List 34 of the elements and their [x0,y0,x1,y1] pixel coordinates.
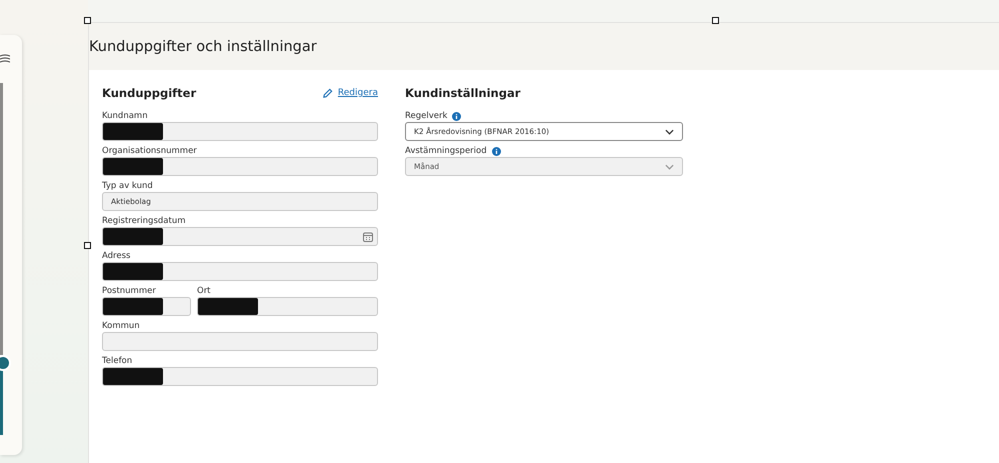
field-label: Telefon [102,355,134,367]
input-field[interactable] [102,157,378,176]
info-icon[interactable] [492,146,501,156]
side-bar [0,369,3,435]
field-label: Regelverk [405,110,448,122]
field-label: Adress [102,250,132,262]
info-icon[interactable] [452,112,462,120]
field-label: Kommun [102,320,141,332]
field-label: Ort [197,285,212,297]
resize-handle[interactable] [712,17,719,24]
field-label: Postnummer [102,285,157,297]
edit-link[interactable]: Redigera [322,88,378,98]
field-label: Kundnamn [102,110,149,122]
chevron-down-icon [665,128,674,134]
pencil-icon [322,88,333,98]
input-field[interactable] [102,367,378,386]
page-title: Kunduppgifter och inställningar [89,38,317,54]
section-title: Kundinställningar [405,86,520,100]
resize-handle[interactable] [84,242,91,249]
field-label: Organisationsnummer [102,145,198,157]
input-field[interactable] [102,262,378,281]
field-label: Registreringsdatum [102,215,186,227]
date-field[interactable] [102,227,378,246]
calendar-icon[interactable] [363,232,373,242]
input-field[interactable] [102,122,378,141]
wave-icon [0,53,10,63]
input-field[interactable] [102,297,191,316]
input-field[interactable] [197,297,378,316]
field-label: Avstämningsperiod [405,145,487,157]
resize-handle[interactable] [84,17,91,24]
section-title: Kunduppgifter [102,86,196,100]
chevron-down-icon [665,164,674,170]
input-field[interactable] [102,332,378,351]
field-label: Typ av kund [102,180,154,192]
